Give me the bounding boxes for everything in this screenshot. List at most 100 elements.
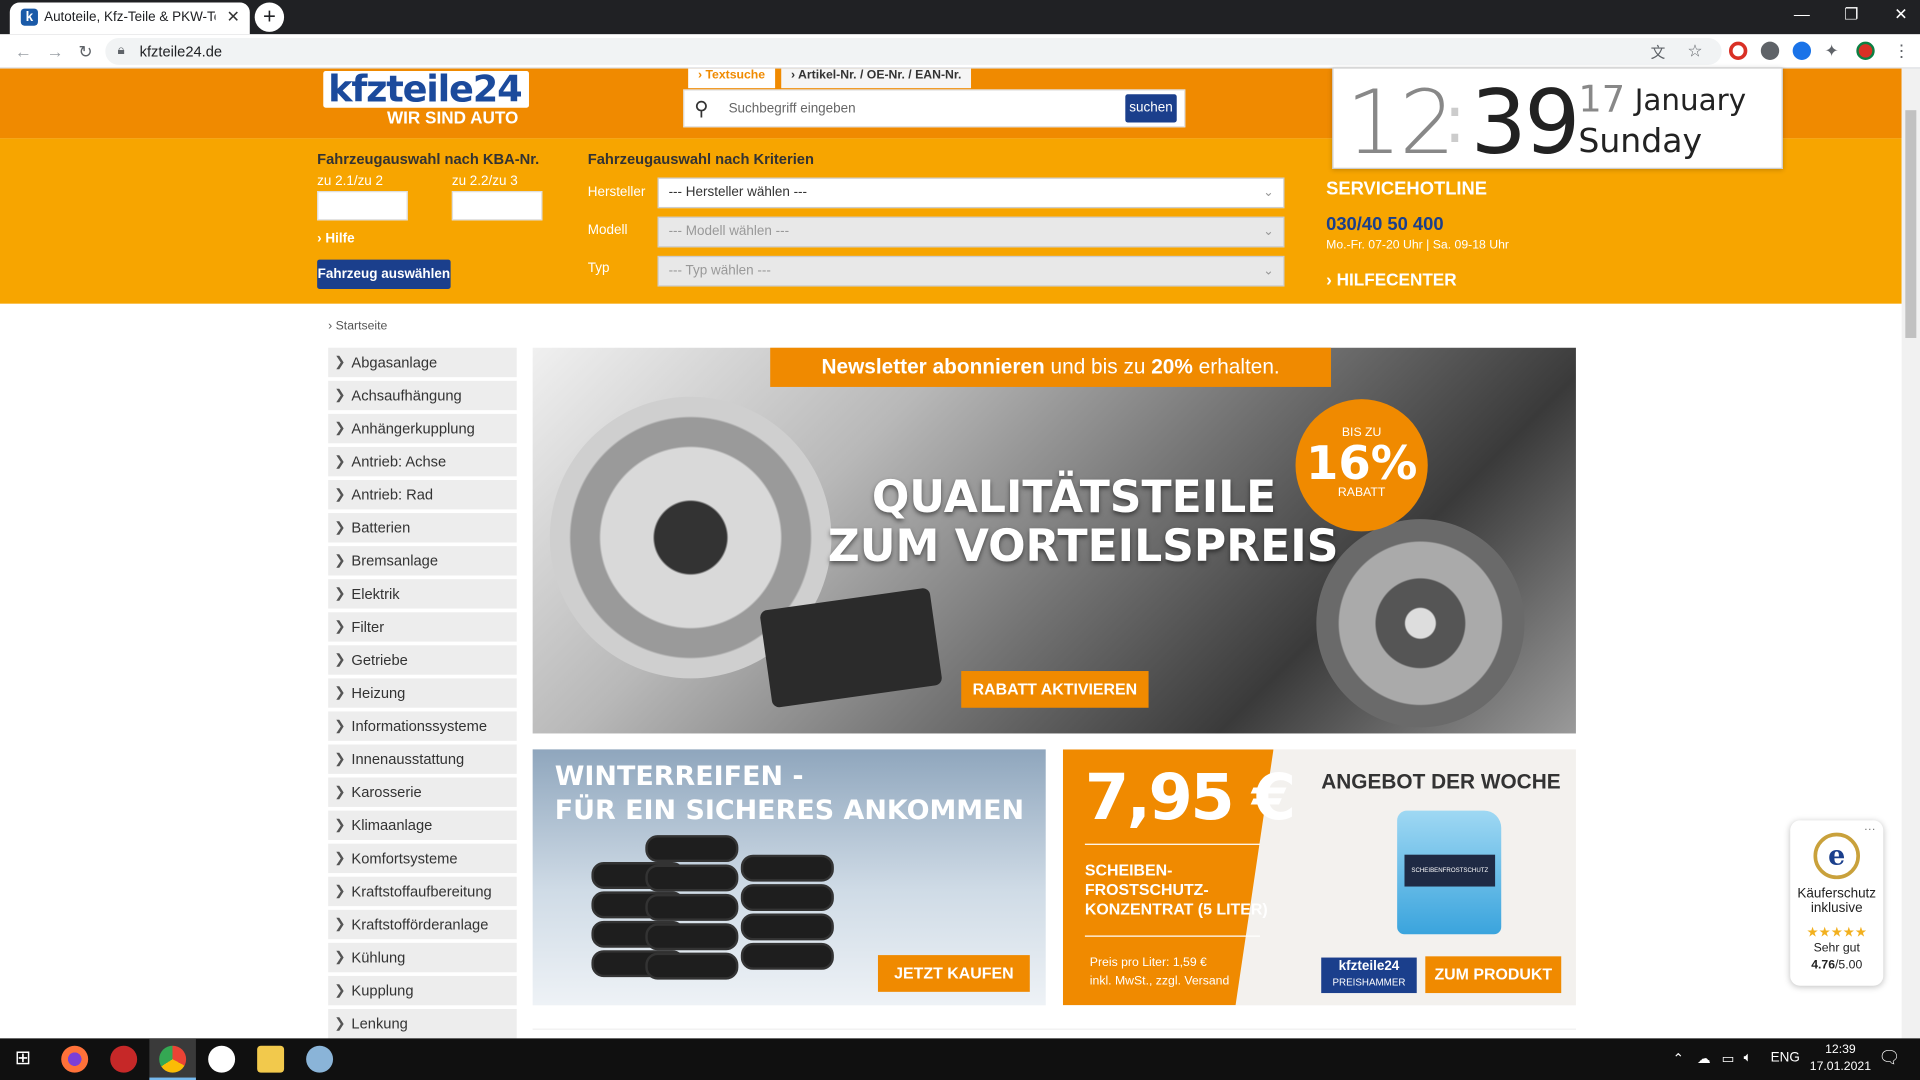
help-center-link[interactable]: › HILFECENTER (1326, 269, 1456, 289)
search-input[interactable]: Suchbegriff eingeben (729, 102, 856, 117)
sidebar-category-item[interactable]: ❯ Antrieb: Rad (328, 480, 517, 510)
trusted-shops-badge[interactable]: … e Käuferschutz inklusive ★★★★★ Sehr gu… (1790, 820, 1884, 986)
tab-text-search[interactable]: › Textsuche (688, 68, 775, 89)
omnibox[interactable]: 🔒︎ kfzteile24.de 文 ☆ (105, 37, 1722, 65)
extensions-puzzle-icon[interactable]: ✦ (1824, 40, 1838, 61)
activate-discount-button[interactable]: RABATT AKTIVIEREN (961, 671, 1149, 708)
notification-center-icon[interactable]: 🗨︎ (1878, 1047, 1900, 1068)
search-button[interactable]: suchen (1125, 94, 1177, 123)
extension-download-icon[interactable] (1792, 41, 1812, 61)
language-indicator[interactable]: ENG (1771, 1051, 1800, 1066)
chrome-taskbar-button[interactable] (149, 1038, 196, 1080)
clock-colon: : (1443, 80, 1466, 158)
model-select[interactable]: --- Modell wählen --- ⌄ (657, 216, 1285, 248)
tray-clock-date[interactable]: 17.01.2021 (1804, 1060, 1877, 1073)
scrollbar-thumb[interactable] (1905, 110, 1917, 338)
forward-icon[interactable]: → (47, 42, 64, 62)
newsletter-banner[interactable]: Newsletter abonnieren und bis zu 20% erh… (770, 347, 1332, 387)
sidebar-category-item[interactable]: ❯ Anhängerkupplung (328, 413, 517, 444)
minimize-icon[interactable]: — (1794, 5, 1810, 23)
buy-now-button[interactable]: JETZT KAUFEN (877, 955, 1030, 992)
network-icon[interactable]: ▭ (1722, 1051, 1735, 1067)
offer-product-3: KONZENTRAT (5 LITER) (1084, 900, 1268, 919)
tab-article-search[interactable]: › Artikel-Nr. / OE-Nr. / EAN-Nr. (781, 68, 972, 89)
translate-icon[interactable]: 文 (1651, 42, 1666, 63)
sidebar-category-item[interactable]: ❯ Karosserie (328, 777, 517, 807)
category-label: Kühlung (351, 948, 406, 967)
profile-avatar-icon[interactable] (1856, 41, 1875, 61)
sidebar-category-item[interactable]: ❯ Kraftstofförderanlage (328, 909, 517, 940)
kba-input-1[interactable] (317, 191, 408, 221)
url-text: kfzteile24.de (139, 42, 223, 61)
to-product-button[interactable]: ZUM PRODUKT (1425, 956, 1562, 994)
category-label: Batterien (351, 519, 411, 537)
offer-price: 7,95 € (1084, 761, 1296, 836)
reload-icon[interactable]: ↻ (78, 42, 92, 63)
offer-of-week-banner[interactable]: 7,95 € SCHEIBEN- FROSTSCHUTZ- KONZENTRAT… (1062, 749, 1576, 1006)
select-vehicle-button[interactable]: Fahrzeug auswählen (317, 259, 451, 289)
tire-image (645, 835, 739, 863)
sidebar-category-item[interactable]: ❯ Kühlung (328, 942, 517, 973)
winter-tyres-banner[interactable]: WINTERREIFEN - FÜR EIN SICHERES ANKOMMEN… (532, 749, 1046, 1006)
category-label: Lenkung (351, 1015, 408, 1033)
close-tab-icon[interactable]: ✕ (227, 7, 240, 27)
app-icon[interactable] (110, 1045, 138, 1073)
site-logo[interactable]: kfzteile24 (323, 69, 529, 111)
chrome-menu-icon[interactable]: ⋮ (1893, 40, 1910, 61)
sidebar-category-item[interactable]: ❯ Klimaanlage (328, 810, 517, 841)
tray-clock-time[interactable]: 12:39 (1816, 1043, 1865, 1056)
extension-compass-icon[interactable] (1760, 41, 1780, 61)
sidebar-category-item[interactable]: ❯ Elektrik (328, 579, 517, 609)
type-select[interactable]: --- Typ wählen --- ⌄ (657, 255, 1285, 287)
sidebar-category-item[interactable]: ❯ Filter (328, 612, 517, 642)
sidebar-category-item[interactable]: ❯ Abgasanlage (328, 347, 517, 378)
clock-day: 17 (1578, 78, 1626, 122)
category-label: Filter (351, 618, 385, 636)
window-close-icon[interactable]: ✕ (1894, 5, 1907, 25)
sidebar-category-item[interactable]: ❯ Getriebe (328, 645, 517, 675)
hotline-hours: Mo.-Fr. 07-20 Uhr | Sa. 09-18 Uhr (1326, 238, 1509, 253)
offer-product-1: SCHEIBEN- (1084, 860, 1173, 880)
more-options-icon[interactable]: … (1864, 820, 1876, 833)
firefox-icon[interactable] (61, 1045, 89, 1073)
restore-icon[interactable]: ❐ (1844, 5, 1858, 25)
manufacturer-select[interactable]: --- Hersteller wählen --- ⌄ (657, 177, 1285, 209)
tire-image (740, 942, 834, 970)
divider (1084, 843, 1261, 845)
sidebar-category-item[interactable]: ❯ Kupplung (328, 975, 517, 1006)
windows-start-icon[interactable]: ⊞ (15, 1049, 31, 1069)
kba-help-link[interactable]: › Hilfe (317, 231, 354, 246)
price-hammer-badge: kfzteile24 PREISHAMMER (1321, 957, 1417, 994)
bookmark-star-icon[interactable]: ☆ (1687, 40, 1702, 61)
app-icon[interactable] (306, 1045, 334, 1073)
sidebar-category-item[interactable]: ❯ Bremsanlage (328, 546, 517, 576)
sidebar-category-item[interactable]: ❯ Achsaufhängung (328, 380, 517, 411)
sidebar-category-item[interactable]: ❯ Heizung (328, 678, 517, 708)
sidebar-category-item[interactable]: ❯ Informationssysteme (328, 711, 517, 741)
tire-image (740, 884, 834, 912)
back-icon[interactable]: ← (15, 42, 32, 62)
slack-icon[interactable] (208, 1045, 236, 1073)
clock-minute: 39 (1470, 71, 1581, 174)
sidebar-category-item[interactable]: ❯ Batterien (328, 513, 517, 543)
volume-icon[interactable]: 🔈︎ (1744, 1051, 1752, 1067)
sidebar-category-item[interactable]: ❯ Kraftstoffaufbereitung (328, 876, 517, 907)
new-tab-button[interactable]: + (254, 2, 285, 32)
sidebar-category-item[interactable]: ❯ Antrieb: Achse (328, 446, 517, 477)
hotline-number[interactable]: 030/40 50 400 (1326, 214, 1443, 235)
category-label: Achsaufhängung (351, 386, 462, 405)
tray-chevron-icon[interactable]: ⌃ (1673, 1051, 1684, 1067)
category-label: Kraftstofförderanlage (351, 915, 489, 934)
browser-tab[interactable]: k Autoteile, Kfz-Teile & PKW-Teile ✕ (9, 2, 250, 35)
sidebar-category-item[interactable]: ❯ Innenausstattung (328, 744, 517, 774)
chevron-right-icon: ❯ (334, 950, 346, 965)
sidebar-category-item[interactable]: ❯ Komfortsysteme (328, 843, 517, 874)
sidebar-category-item[interactable]: ❯ Lenkung (328, 1008, 517, 1039)
file-explorer-icon[interactable] (257, 1045, 285, 1073)
kba-input-2[interactable] (451, 191, 543, 221)
page-scrollbar[interactable] (1901, 68, 1920, 1039)
onedrive-icon[interactable]: ☁ (1697, 1051, 1710, 1067)
category-label: Karosserie (351, 783, 422, 801)
extension-color-icon[interactable] (1728, 41, 1748, 61)
breadcrumb[interactable]: › Startseite (328, 320, 387, 333)
